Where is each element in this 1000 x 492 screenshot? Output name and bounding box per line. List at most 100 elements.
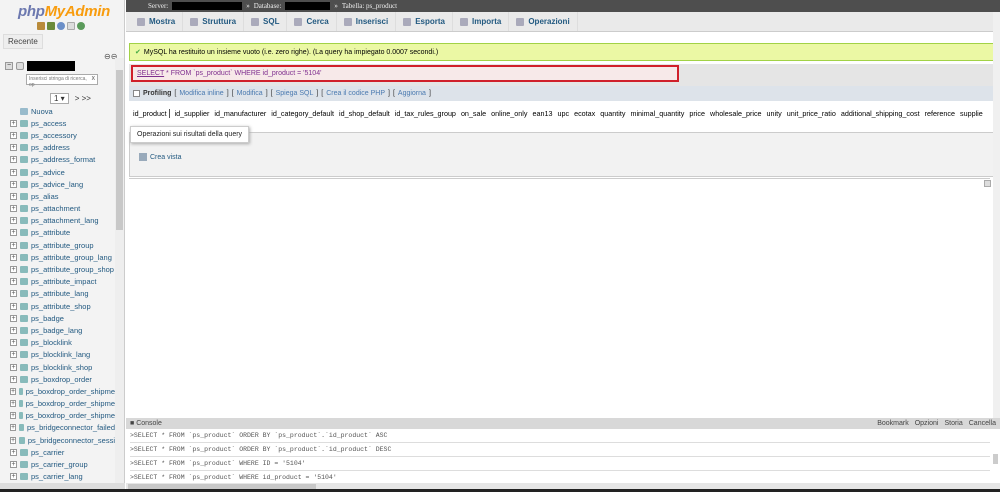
database-node[interactable]: −: [5, 61, 75, 71]
help-icon[interactable]: [57, 22, 65, 30]
table-item[interactable]: + ps_boxdrop_order: [10, 373, 115, 385]
query-option-link[interactable]: Modifica inline: [179, 90, 223, 97]
column-header[interactable]: minimal_quantity: [630, 109, 684, 118]
column-header[interactable]: id_product: [133, 108, 170, 118]
docs-icon[interactable]: [67, 22, 75, 30]
main-scrollbar[interactable]: [993, 12, 1000, 418]
breadcrumb-database[interactable]: Database:: [254, 2, 282, 10]
table-item[interactable]: + ps_attribute: [10, 227, 115, 239]
table-item[interactable]: + ps_badge_lang: [10, 324, 115, 336]
recent-button[interactable]: Recente: [3, 34, 43, 49]
column-header[interactable]: unity: [767, 109, 782, 118]
table-item[interactable]: + ps_attachment_lang: [10, 215, 115, 227]
column-header[interactable]: quantity: [600, 109, 625, 118]
table-item[interactable]: + ps_blocklink_shop: [10, 361, 115, 373]
expand-icon[interactable]: +: [10, 229, 17, 237]
expand-icon[interactable]: +: [10, 314, 17, 322]
tab-mostra[interactable]: Mostra: [130, 12, 184, 31]
table-item[interactable]: + ps_bridgeconnector_failed: [10, 422, 115, 434]
table-item[interactable]: + ps_attribute_group: [10, 239, 115, 251]
column-header[interactable]: on_sale: [461, 109, 486, 118]
console-action-opzioni[interactable]: Opzioni: [915, 420, 939, 427]
tab-inserisci[interactable]: Inserisci: [337, 12, 397, 31]
settings-icon[interactable]: [77, 22, 85, 30]
tab-importa[interactable]: Importa: [453, 12, 510, 31]
profiling-checkbox[interactable]: [133, 90, 140, 97]
table-item[interactable]: + ps_boxdrop_order_shipme: [10, 385, 115, 397]
table-item[interactable]: + ps_advice_lang: [10, 178, 115, 190]
notepad-icon[interactable]: [984, 180, 991, 187]
column-header[interactable]: ean13: [533, 109, 553, 118]
tab-sql[interactable]: SQL: [244, 12, 288, 31]
table-item[interactable]: + ps_carrier: [10, 446, 115, 458]
expand-icon[interactable]: +: [10, 180, 17, 188]
console-toggle[interactable]: ■ Console: [130, 420, 162, 427]
page-select[interactable]: 1 ▾: [50, 93, 69, 104]
expand-icon[interactable]: +: [10, 253, 17, 261]
column-header[interactable]: additional_shipping_cost: [841, 109, 920, 118]
expand-icon[interactable]: +: [10, 266, 17, 274]
expand-icon[interactable]: +: [10, 400, 17, 408]
expand-icon[interactable]: +: [10, 278, 17, 286]
expand-icon[interactable]: +: [10, 448, 17, 456]
table-item[interactable]: + ps_carrier_group: [10, 458, 115, 470]
create-view-link[interactable]: Crea vista: [139, 153, 182, 161]
expand-icon[interactable]: +: [10, 290, 17, 298]
table-item[interactable]: + ps_attribute_lang: [10, 288, 115, 300]
query-option-link[interactable]: Crea il codice PHP: [326, 90, 385, 97]
breadcrumb-server[interactable]: Server:: [148, 2, 168, 10]
table-item[interactable]: + ps_attribute_impact: [10, 276, 115, 288]
table-item[interactable]: + ps_attribute_group_lang: [10, 251, 115, 263]
column-header[interactable]: ecotax: [574, 109, 595, 118]
console-history-entry[interactable]: >SELECT * FROM `ps_product` ORDER BY `ps…: [130, 429, 990, 443]
table-item[interactable]: + ps_access: [10, 117, 115, 129]
console-history-entry[interactable]: >SELECT * FROM `ps_product` WHERE ID = '…: [130, 457, 990, 471]
expand-icon[interactable]: +: [10, 131, 17, 139]
next-page-link[interactable]: > >>: [75, 94, 91, 103]
query-option-link[interactable]: Spiega SQL: [276, 90, 314, 97]
expand-icon[interactable]: +: [10, 473, 17, 481]
collapse-icon[interactable]: −: [5, 62, 13, 70]
table-item[interactable]: + ps_address: [10, 142, 115, 154]
table-item[interactable]: + ps_boxdrop_order_shipme: [10, 410, 115, 422]
new-table-link[interactable]: Nuova: [20, 105, 125, 117]
table-item[interactable]: + ps_boxdrop_order_shipme: [10, 398, 115, 410]
home-icon[interactable]: [37, 22, 45, 30]
table-item[interactable]: + ps_accessory: [10, 129, 115, 141]
column-header[interactable]: id_manufacturer: [214, 109, 266, 118]
query-option-link[interactable]: Aggiorna: [398, 90, 426, 97]
column-header[interactable]: id_category_default: [271, 109, 334, 118]
logout-icon[interactable]: [47, 22, 55, 30]
table-filter-input[interactable]: Inserisci stringa di ricerca, op X: [26, 74, 98, 88]
expand-icon[interactable]: +: [10, 168, 17, 176]
column-header[interactable]: price: [689, 109, 705, 118]
table-item[interactable]: + ps_attachment: [10, 203, 115, 215]
expand-icon[interactable]: +: [10, 461, 17, 469]
column-header[interactable]: id_shop_default: [339, 109, 390, 118]
console-history-entry[interactable]: >SELECT * FROM `ps_product` ORDER BY `ps…: [130, 443, 990, 457]
table-item[interactable]: + ps_attribute_group_shop: [10, 263, 115, 275]
tab-operazioni[interactable]: Operazioni: [509, 12, 578, 31]
expand-icon[interactable]: +: [10, 436, 17, 444]
expand-icon[interactable]: +: [10, 387, 17, 395]
tab-struttura[interactable]: Struttura: [183, 12, 245, 31]
expand-icon[interactable]: +: [10, 156, 17, 164]
table-item[interactable]: + ps_blocklink: [10, 337, 115, 349]
expand-icon[interactable]: +: [10, 302, 17, 310]
table-item[interactable]: + ps_alias: [10, 190, 115, 202]
expand-icon[interactable]: +: [10, 241, 17, 249]
table-item[interactable]: + ps_advice: [10, 166, 115, 178]
sidebar-scrollbar[interactable]: [115, 58, 124, 483]
console-action-cancella[interactable]: Cancella: [969, 420, 996, 427]
expand-icon[interactable]: +: [10, 375, 17, 383]
column-header[interactable]: id_tax_rules_group: [395, 109, 456, 118]
expand-icon[interactable]: +: [10, 339, 17, 347]
expand-icon[interactable]: +: [10, 424, 17, 432]
column-header[interactable]: unit_price_ratio: [787, 109, 836, 118]
table-item[interactable]: + ps_address_format: [10, 154, 115, 166]
table-item[interactable]: + ps_carrier_lang: [10, 471, 115, 483]
breadcrumb-table[interactable]: Tabella: ps_product: [342, 2, 397, 10]
table-item[interactable]: + ps_attribute_shop: [10, 300, 115, 312]
expand-icon[interactable]: +: [10, 144, 17, 152]
table-item[interactable]: + ps_blocklink_lang: [10, 349, 115, 361]
